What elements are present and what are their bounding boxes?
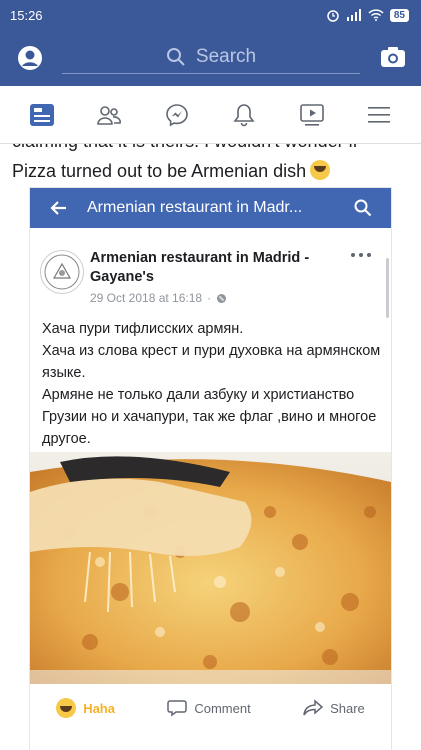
tab-menu[interactable]	[359, 95, 399, 135]
post-date: 29 Oct 2018 at 16:18	[90, 291, 203, 305]
comment-label: Comment	[194, 700, 251, 716]
comment-text: claiming that it is theirs. I wouldn't w…	[0, 144, 421, 190]
embedded-header: Armenian restaurant in Madr...	[30, 188, 391, 228]
post-body-line-3: Армяне не только дали азбуку и христианс…	[42, 387, 377, 447]
restaurant-logo-icon	[44, 254, 80, 290]
separator-dot: ·	[207, 291, 212, 305]
alarm-icon	[327, 10, 339, 22]
tab-messenger[interactable]	[157, 95, 197, 135]
embedded-screenshot[interactable]: Armenian restaurant in Madr... Armenian …	[30, 188, 391, 750]
app-screen: 15:26 85 Search Pizza turned out to be A…	[0, 0, 421, 750]
share-icon	[303, 699, 324, 716]
share-label: Share	[330, 700, 365, 716]
page-avatar	[40, 250, 84, 294]
app-header: Search	[0, 30, 421, 86]
wifi-icon	[368, 9, 384, 21]
haha-icon	[56, 698, 77, 718]
messenger-icon	[165, 103, 188, 126]
menu-icon	[368, 106, 391, 123]
comment-icon	[167, 700, 188, 717]
khachapuri-photo[interactable]	[30, 452, 391, 684]
post-body: Хача пури тифлисских армян. Хача из слов…	[42, 318, 382, 450]
laughing-emoji-icon	[310, 160, 331, 180]
search-icon	[166, 47, 185, 66]
bell-icon	[233, 103, 255, 126]
news-feed-icon	[29, 103, 54, 126]
status-time: 15:26	[10, 7, 43, 23]
scrollbar[interactable]	[386, 258, 389, 318]
signal-icon	[346, 9, 361, 21]
haha-label: Haha	[83, 700, 115, 716]
status-bar: 15:26 85	[0, 0, 421, 30]
globe-icon	[217, 293, 227, 303]
comment-partial-line: claiming that it is theirs. I wouldn't w…	[12, 144, 358, 152]
search-input[interactable]: Search	[62, 40, 360, 74]
back-arrow-icon	[50, 201, 66, 215]
post-body-line-1: Хача пури тифлисских армян.	[42, 321, 244, 337]
post-header: Armenian restaurant in Madrid - Gayane's…	[30, 228, 391, 308]
post-actions: Haha Comment Share	[30, 688, 391, 728]
profile-button[interactable]	[12, 40, 48, 76]
comment-button[interactable]: Comment	[167, 699, 251, 717]
comment-line: Pizza turned out to be Armenian dish	[12, 160, 331, 182]
battery-icon: 85	[389, 8, 409, 22]
tab-watch[interactable]	[292, 95, 332, 135]
status-icons: 85	[326, 8, 409, 22]
post-meta: 29 Oct 2018 at 16:18 ·	[90, 291, 227, 305]
friends-icon	[97, 105, 122, 125]
share-button[interactable]: Share	[303, 699, 365, 717]
tab-notifications[interactable]	[224, 95, 264, 135]
post-body-line-2: Хача из слова крест и пури духовка на ар…	[42, 343, 381, 381]
camera-icon[interactable]	[379, 43, 407, 71]
haha-reaction-button[interactable]: Haha	[56, 698, 115, 718]
search-placeholder: Search	[195, 45, 257, 67]
tab-bar	[0, 86, 421, 144]
embedded-header-title: Armenian restaurant in Madr...	[87, 199, 303, 216]
profile-icon	[18, 46, 42, 70]
search-icon	[354, 199, 372, 217]
tab-friends[interactable]	[89, 95, 129, 135]
tab-news-feed[interactable]	[22, 95, 62, 135]
comment-line-text: Pizza turned out to be Armenian dish	[12, 161, 307, 181]
more-options-icon[interactable]	[349, 250, 373, 260]
video-icon	[299, 103, 324, 126]
page-name: Armenian restaurant in Madrid - Gayane's	[90, 250, 310, 285]
